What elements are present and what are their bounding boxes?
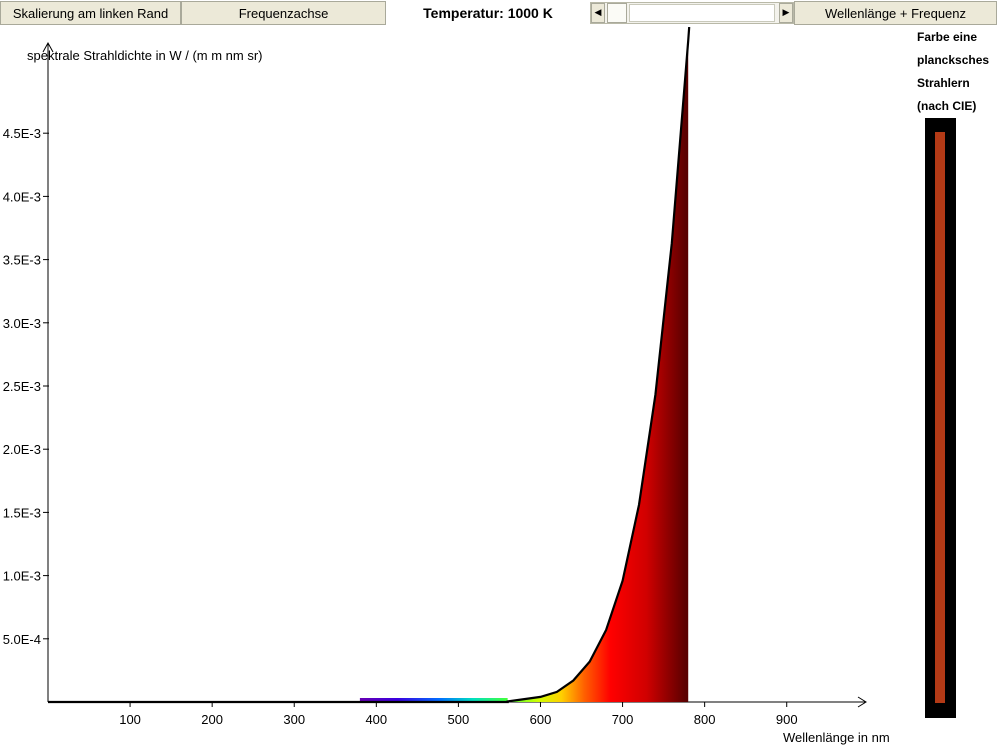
x-tick-label: 800 [694,712,716,727]
scroll-right-arrow-icon[interactable]: ▶ [779,3,793,23]
temperature-slider[interactable]: ◀ ▶ [590,2,794,24]
cie-color-swatch [935,132,945,703]
scale-left-axis-button[interactable]: Skalierung am linken Rand [0,1,181,25]
y-tick-label: 4.0E-3 [3,189,41,204]
y-tick-label: 1.0E-3 [3,569,41,584]
x-axis-label: Wellenlänge in nm [783,730,890,745]
planck-curve-line [48,27,691,704]
toolbar: Skalierung am linken Rand Frequenzachse … [0,0,997,27]
y-tick-label: 3.5E-3 [3,253,41,268]
chart-axes [42,41,867,708]
y-tick-label: 1.5E-3 [3,505,41,520]
slider-thumb[interactable] [607,3,627,23]
y-axis-label: spektrale Strahldichte in W / (m m nm sr… [27,48,263,63]
temperature-label: Temperatur: 1000 K [423,5,553,21]
y-tick-label: 2.5E-3 [3,379,41,394]
slider-track[interactable] [629,4,775,22]
visible-spectrum-fill [359,40,689,702]
x-tick-label: 300 [283,712,305,727]
planck-spectrum-chart: 100 200 300 400 500 600 700 800 900 5.0E-4 1.0E-3 1… [3,27,890,745]
x-tick-label: 400 [365,712,387,727]
side-label-4: (nach CIE) [917,99,977,113]
x-tick-label: 100 [119,712,141,727]
side-label-2: plancksches [917,53,990,67]
y-tick-label: 5.0E-4 [3,632,41,647]
x-tick-label: 700 [612,712,634,727]
y-tick-label: 3.0E-3 [3,316,41,331]
x-tick-label: 500 [448,712,470,727]
side-label-1: Farbe eine [917,30,978,44]
x-tick-label: 900 [776,712,798,727]
scroll-left-arrow-icon[interactable]: ◀ [591,3,605,23]
side-label-3: Strahlern [917,76,970,90]
y-tick-label: 2.0E-3 [3,442,41,457]
x-tick-label: 600 [530,712,552,727]
wavelength-frequency-button[interactable]: Wellenlänge + Frequenz [794,1,997,25]
frequency-axis-button[interactable]: Frequenzachse [181,1,386,25]
x-tick-label: 200 [201,712,223,727]
y-tick-label: 4.5E-3 [3,126,41,141]
